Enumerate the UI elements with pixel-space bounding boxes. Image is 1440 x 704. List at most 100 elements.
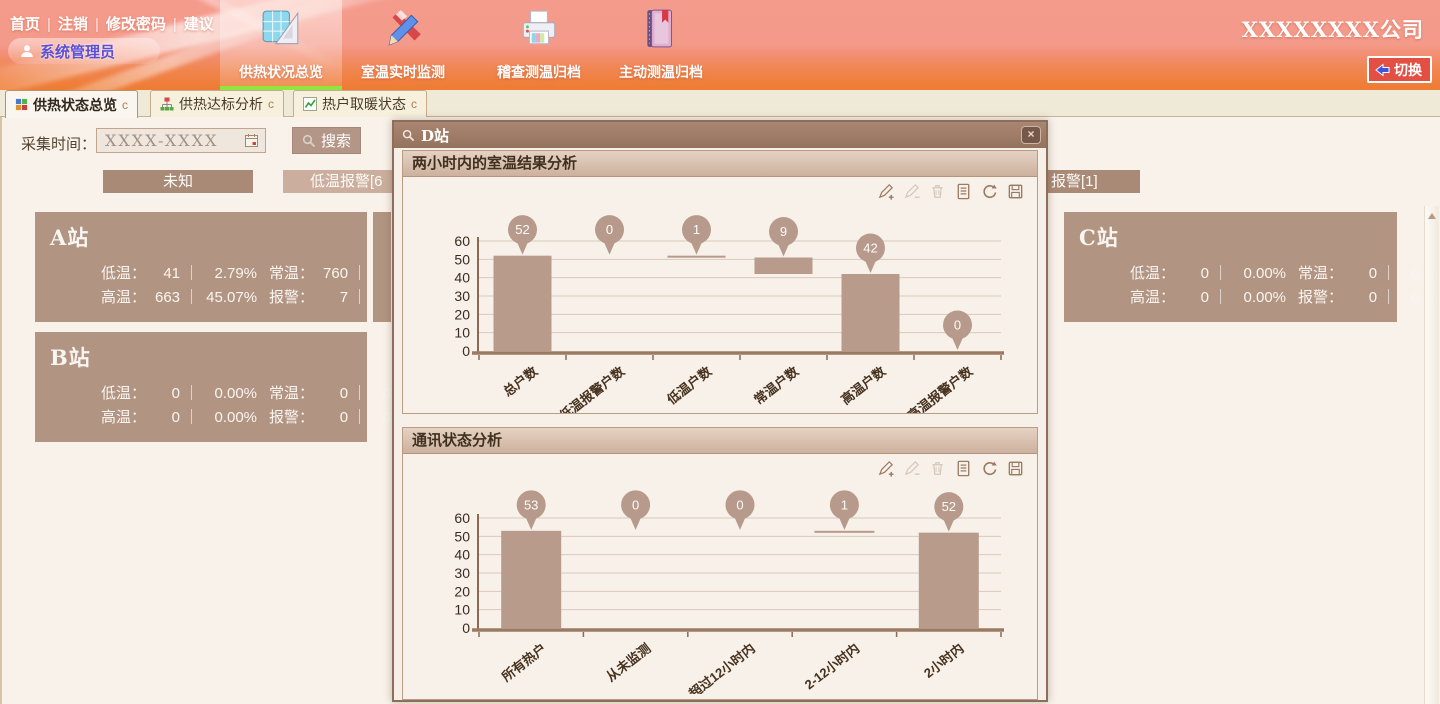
edit-record-icon: [902, 459, 921, 478]
station-stats: 低温：41｜2.79%常温：760｜51.67% 高温：663｜45.07%报警…: [35, 252, 367, 310]
x-category-label: 高温户数: [838, 363, 889, 407]
waterfall-chart-svg: 010203040506052019420总户数低温报警户数低温户数常温户数高温…: [411, 211, 1031, 414]
tab-heating-compliance-analysis[interactable]: 供热达标分析 c: [150, 90, 284, 117]
balloon-value: 0: [606, 222, 613, 237]
search-label: 搜索: [321, 130, 351, 151]
nav-label: 稽查测温归档: [497, 62, 581, 82]
link-logout[interactable]: 注销: [58, 16, 88, 33]
legend-alarm-button[interactable]: 报警[1]: [1040, 170, 1140, 193]
nav-room-temp-monitor[interactable]: 室温实时监测: [342, 0, 464, 90]
bar: [755, 258, 813, 275]
station-stats-line: 低温：41｜2.79%常温：760｜51.67%: [101, 262, 367, 286]
refresh-glyph[interactable]: c: [411, 97, 417, 111]
x-category-label: 2小时内: [921, 641, 967, 681]
y-tick-label: 50: [454, 251, 470, 267]
station-card-c[interactable]: C站 低温：0｜0.00%常温：0｜0.00% 高温：0｜0.00%报警：0｜0…: [1064, 212, 1397, 322]
station-card-b[interactable]: B站 低温：0｜0.00%常温：0｜0.00% 高温：0｜0.00%报警：0｜0…: [35, 332, 367, 442]
panel-title: 两小时内的室温结果分析: [403, 151, 1037, 177]
tab-household-heating-status[interactable]: 热户取暖状态 c: [293, 90, 427, 117]
tab-heating-status-overview[interactable]: 供热状态总览 c: [5, 90, 138, 118]
nav-inspection-archive[interactable]: 稽查测温归档: [478, 0, 600, 90]
link-suggestion[interactable]: 建议: [184, 16, 214, 33]
x-category-label: 总户数: [500, 363, 541, 399]
station-stats-line: 低温：0｜0.00%常温：0｜0.00%: [1130, 262, 1397, 286]
current-user-badge: 系统管理员: [8, 38, 160, 64]
company-name: XXXXXXXX公司: [1242, 14, 1424, 44]
switch-button[interactable]: 切换: [1367, 56, 1432, 83]
delete-record-icon: [928, 182, 947, 201]
y-tick-label: 30: [454, 288, 470, 304]
value-balloon: 42: [856, 234, 885, 274]
switch-label: 切换: [1394, 60, 1422, 80]
x-category-label: 高温报警户数: [905, 363, 976, 414]
link-separator: |: [47, 16, 51, 33]
save-icon[interactable]: [1006, 459, 1025, 478]
station-card-a[interactable]: A站 低温：41｜2.79%常温：760｜51.67% 高温：663｜45.07…: [35, 212, 367, 322]
magnifier-icon: [302, 134, 316, 148]
refresh-glyph[interactable]: c: [268, 97, 274, 111]
linechart-icon: [303, 97, 317, 111]
nav-label: 室温实时监测: [361, 62, 445, 82]
link-separator: |: [95, 16, 99, 33]
bar: [501, 531, 561, 628]
orgchart-icon: [160, 97, 174, 111]
data-list-icon[interactable]: [954, 182, 973, 201]
link-separator: |: [173, 16, 177, 33]
dialog-title-bar[interactable]: D站 ×: [394, 122, 1046, 148]
x-category-label: 低温报警户数: [556, 363, 628, 414]
tab-label: 供热状态总览: [33, 95, 117, 115]
refresh-glyph[interactable]: c: [122, 98, 128, 112]
balloon-value: 53: [524, 497, 538, 512]
y-tick-label: 60: [454, 233, 470, 249]
save-icon[interactable]: [1006, 182, 1025, 201]
balloon-value: 52: [942, 499, 956, 514]
x-category-label: 低温户数: [663, 363, 715, 408]
room-temp-analysis-panel: 两小时内的室温结果分析 010203040506052019420总户数低温报警…: [402, 150, 1038, 414]
collect-time-input[interactable]: [96, 128, 266, 153]
pencil-brush-icon: [382, 6, 424, 57]
station-stats-line: 高温：0｜0.00%报警：0｜0.00%: [101, 406, 367, 430]
y-tick-label: 20: [454, 306, 470, 322]
top-links: 首页 | 注销 | 修改密码 | 建议: [10, 13, 214, 34]
nav-label: 主动测温归档: [619, 62, 703, 82]
refresh-icon[interactable]: [980, 182, 999, 201]
search-button[interactable]: 搜索: [292, 127, 361, 154]
y-tick-label: 0: [462, 620, 470, 636]
station-stats-line: 低温：0｜0.00%常温：0｜0.00%: [101, 382, 367, 406]
station-stats: 低温：0｜0.00%常温：0｜0.00% 高温：0｜0.00%报警：0｜0.00…: [1064, 252, 1397, 310]
balloon-value: 42: [863, 241, 877, 256]
bar: [919, 533, 979, 628]
bar: [494, 256, 552, 351]
calendar-icon[interactable]: [244, 133, 259, 148]
magnifier-icon: [402, 129, 415, 142]
value-balloon: 53: [517, 490, 546, 529]
close-icon[interactable]: ×: [1021, 126, 1041, 144]
legend-unknown-button[interactable]: 未知: [103, 170, 253, 193]
value-balloon: 52: [508, 215, 537, 255]
value-balloon: 0: [943, 311, 972, 351]
station-name: A站: [35, 212, 367, 252]
link-home[interactable]: 首页: [10, 16, 40, 33]
x-category-label: 从未监测: [603, 641, 653, 685]
link-change-password[interactable]: 修改密码: [106, 16, 166, 33]
scroll-up-arrow-icon[interactable]: [1428, 213, 1436, 219]
add-record-icon[interactable]: [876, 182, 895, 201]
vertical-scrollbar[interactable]: [1424, 206, 1439, 704]
y-tick-label: 30: [454, 565, 470, 581]
y-tick-label: 40: [454, 547, 470, 563]
app-window: 首页 | 注销 | 修改密码 | 建议 系统管理员 供热状况总览: [0, 0, 1440, 704]
comm-status-chart: 01020304050605300152所有热户从未监测超过12小时内2-12小…: [411, 488, 1031, 694]
tab-label: 供热达标分析: [179, 94, 263, 114]
y-tick-label: 20: [454, 583, 470, 599]
data-list-icon[interactable]: [954, 459, 973, 478]
legend-low-temp-alarm-button[interactable]: 低温报警[6: [283, 170, 393, 193]
x-category-label: 所有热户: [499, 641, 549, 685]
add-record-icon[interactable]: [876, 459, 895, 478]
refresh-icon[interactable]: [980, 459, 999, 478]
nav-heating-overview[interactable]: 供热状况总览: [220, 0, 342, 90]
nav-active-archive[interactable]: 主动测温归档: [600, 0, 722, 90]
user-name: 系统管理员: [40, 41, 115, 62]
tab-bar: 供热状态总览 c 供热达标分析 c 热户取暖状态 c: [0, 90, 1440, 117]
panel-title: 通讯状态分析: [403, 428, 1037, 454]
content-left-border: [0, 117, 2, 704]
